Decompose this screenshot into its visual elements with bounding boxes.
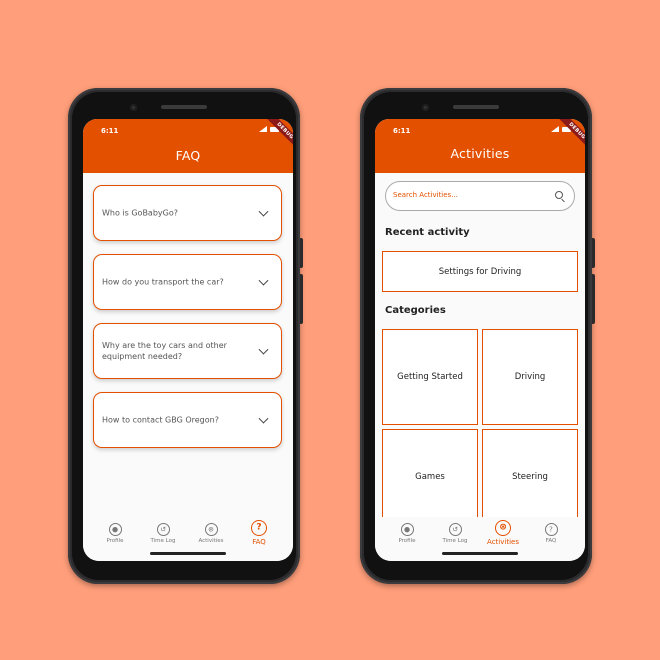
app-bar: 6:11 DEBUG Activities: [375, 119, 585, 173]
category-games[interactable]: Games: [382, 429, 478, 525]
profile-icon: ●: [400, 523, 414, 536]
category-getting-started[interactable]: Getting Started: [382, 329, 478, 425]
search-placeholder: Search Activities...: [393, 191, 458, 199]
profile-icon: ●: [108, 523, 122, 536]
nav-activities[interactable]: ⊛ Activities: [189, 523, 233, 544]
nav-label: FAQ: [252, 538, 266, 546]
chevron-down-icon[interactable]: [258, 344, 269, 355]
chevron-down-icon[interactable]: [258, 413, 269, 424]
nav-label: FAQ: [545, 538, 557, 544]
chevron-down-icon[interactable]: [258, 275, 269, 286]
page-title: FAQ: [175, 148, 201, 163]
power-button: [592, 274, 595, 324]
faq-item[interactable]: Why are the toy cars and other equipment…: [93, 323, 282, 379]
categories-heading: Categories: [385, 305, 446, 316]
app-bar: 6:11 DEBUG FAQ: [83, 119, 293, 173]
home-indicator[interactable]: [150, 552, 226, 555]
phone-bezel: 6:11 DEBUG Activities Search Activities.…: [364, 92, 588, 580]
phone-faq: 6:11 DEBUG FAQ Who is GoBabyGo? How do y…: [68, 88, 303, 584]
speaker-grille: [453, 105, 499, 109]
nav-label: Time Log: [442, 538, 468, 544]
nav-faq[interactable]: ? FAQ: [237, 520, 281, 546]
help-icon: ?: [251, 520, 267, 536]
nav-time-log[interactable]: ↺ Time Log: [433, 523, 477, 544]
page-title: Activities: [450, 146, 510, 161]
activities-screen: 6:11 DEBUG Activities Search Activities.…: [375, 119, 585, 561]
faq-question: Who is GoBabyGo?: [102, 208, 178, 218]
faq-question: How to contact GBG Oregon?: [102, 415, 219, 425]
nav-label: Activities: [198, 538, 224, 544]
search-icon[interactable]: [555, 191, 563, 199]
volume-button: [592, 238, 595, 268]
nav-label: Time Log: [150, 538, 176, 544]
debug-banner: DEBUG: [265, 119, 293, 151]
nav-label: Profile: [398, 538, 416, 544]
speaker-grille: [161, 105, 207, 109]
nav-profile[interactable]: ● Profile: [385, 523, 429, 544]
steering-wheel-icon: ⊛: [204, 523, 218, 536]
status-time: 6:11: [101, 127, 119, 135]
nav-time-log[interactable]: ↺ Time Log: [141, 523, 185, 544]
nav-activities[interactable]: ⊛ Activities: [481, 520, 525, 546]
faq-screen: 6:11 DEBUG FAQ Who is GoBabyGo? How do y…: [83, 119, 293, 561]
phone-bezel: 6:11 DEBUG FAQ Who is GoBabyGo? How do y…: [72, 92, 296, 580]
volume-button: [300, 238, 303, 268]
history-icon: ↺: [156, 523, 170, 536]
faq-item[interactable]: How do you transport the car?: [93, 254, 282, 310]
camera-icon: [130, 104, 137, 111]
nav-label: Profile: [106, 538, 124, 544]
help-icon: ?: [544, 523, 558, 536]
search-input[interactable]: Search Activities...: [385, 181, 575, 211]
nav-label: Activities: [487, 538, 519, 546]
faq-item[interactable]: How to contact GBG Oregon?: [93, 392, 282, 448]
steering-wheel-icon: ⊛: [495, 520, 511, 536]
faq-item[interactable]: Who is GoBabyGo?: [93, 185, 282, 241]
wifi-icon: [551, 126, 559, 132]
home-indicator[interactable]: [442, 552, 518, 555]
wifi-icon: [259, 126, 267, 132]
status-time: 6:11: [393, 127, 411, 135]
faq-question: Why are the toy cars and other equipment…: [102, 341, 227, 361]
phone-activities: 6:11 DEBUG Activities Search Activities.…: [360, 88, 595, 584]
recent-activity-heading: Recent activity: [385, 227, 470, 238]
faq-question: How do you transport the car?: [102, 277, 224, 287]
nav-profile[interactable]: ● Profile: [93, 523, 137, 544]
nav-faq[interactable]: ? FAQ: [529, 523, 573, 544]
camera-icon: [422, 104, 429, 111]
chevron-down-icon[interactable]: [258, 206, 269, 217]
history-icon: ↺: [448, 523, 462, 536]
recent-activity-item[interactable]: Settings for Driving: [382, 251, 578, 292]
category-steering[interactable]: Steering: [482, 429, 578, 525]
category-driving[interactable]: Driving: [482, 329, 578, 425]
power-button: [300, 274, 303, 324]
